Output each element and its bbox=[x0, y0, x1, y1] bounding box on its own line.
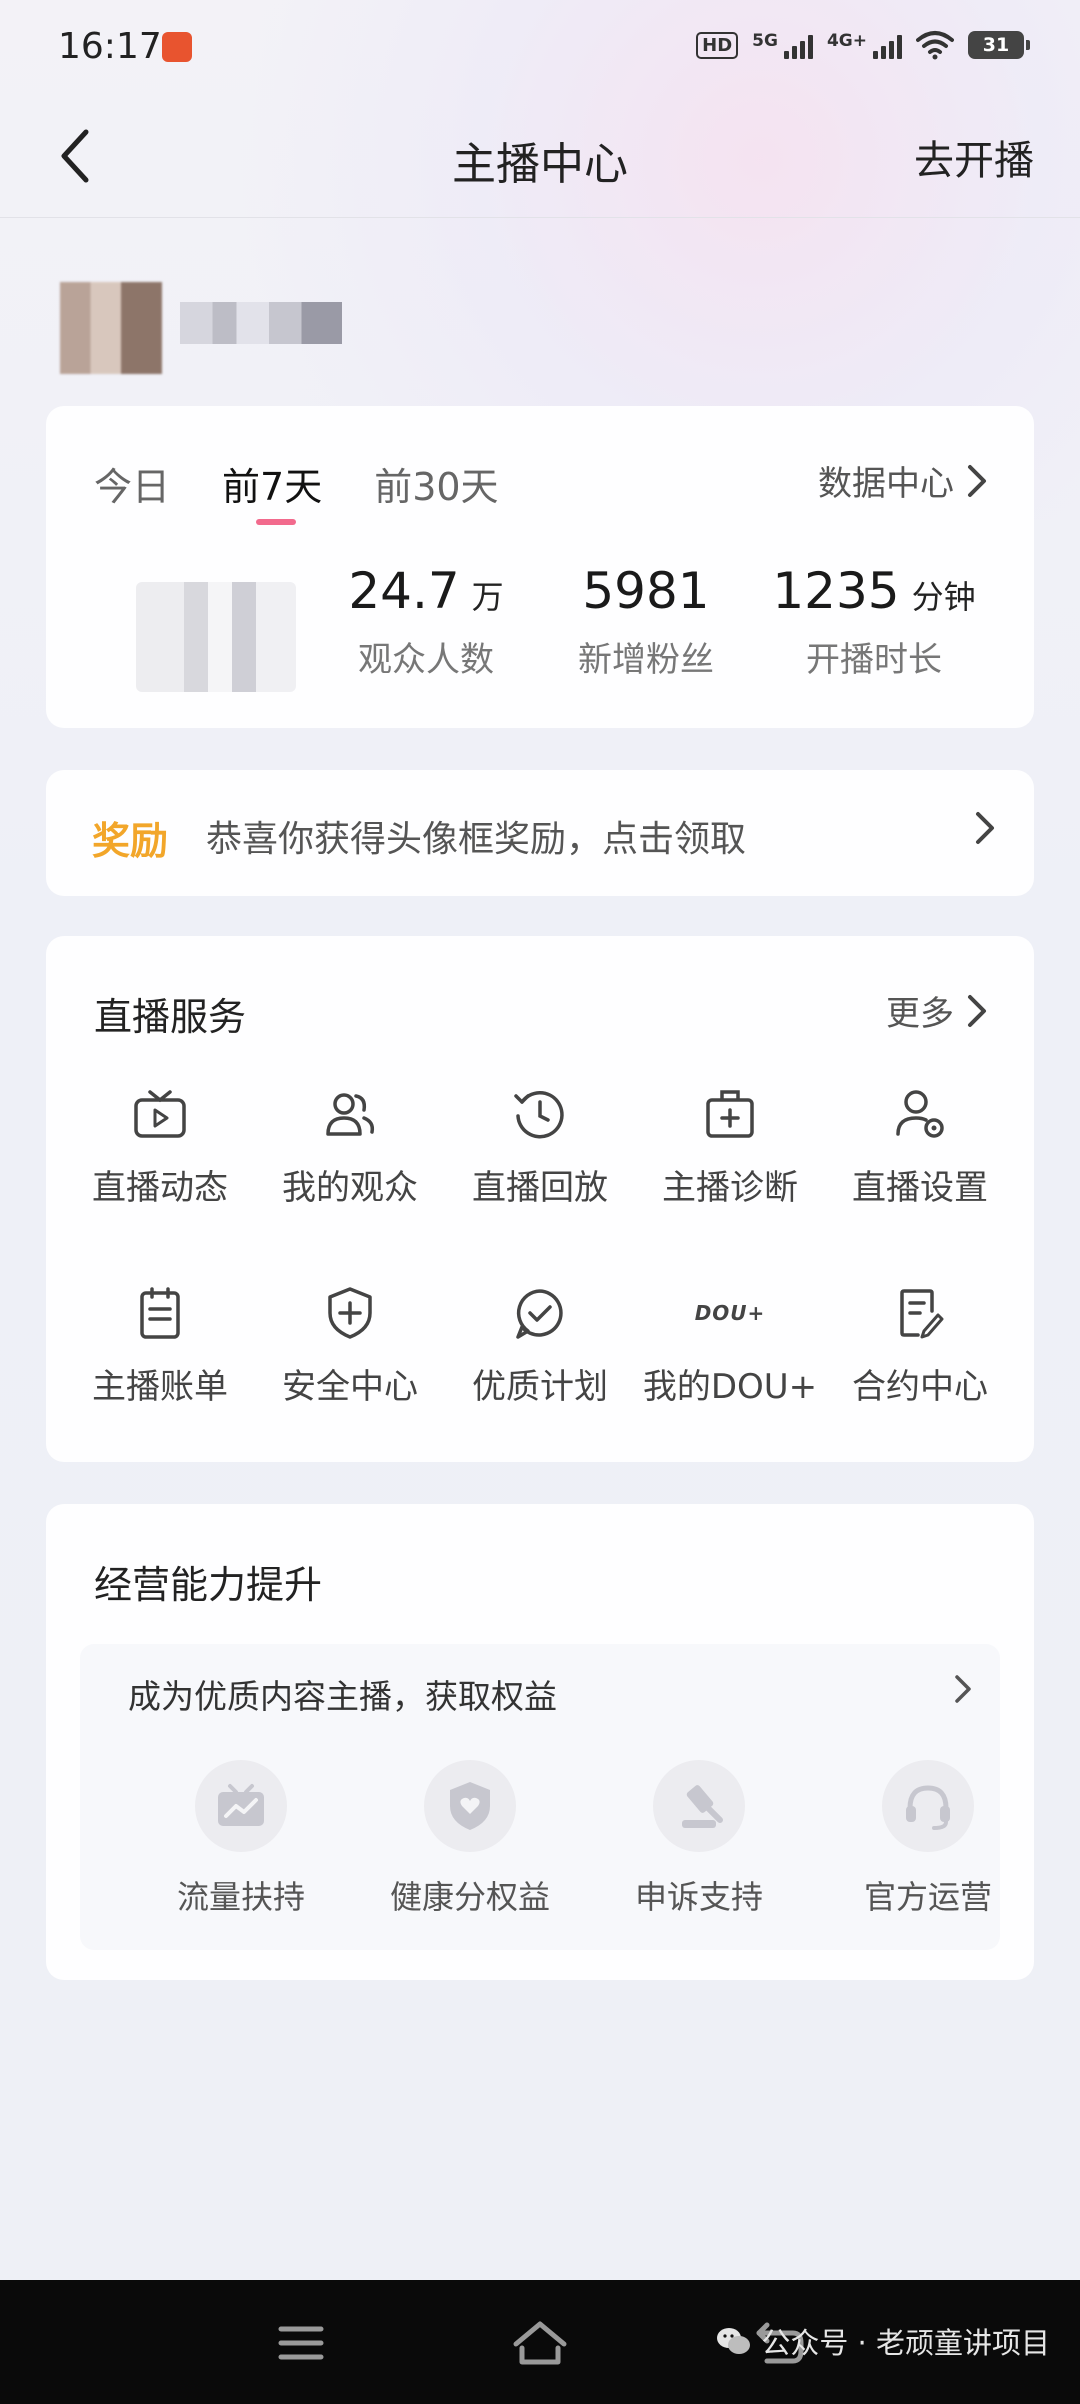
reward-tag: 奖励 bbox=[92, 819, 169, 863]
status-bar: 16:17 HD 5G 4G+ 31 bbox=[0, 0, 1080, 96]
home-button[interactable] bbox=[505, 2308, 575, 2378]
data-center-link[interactable]: 数据中心 bbox=[818, 456, 988, 505]
stat-live-duration[interactable]: 1235 分钟 开播时长 bbox=[754, 562, 994, 681]
wifi-icon bbox=[916, 31, 954, 60]
app-notification-icon bbox=[162, 32, 192, 62]
biz-label: 健康分权益 bbox=[389, 1878, 550, 1916]
service-label: 主播诊断 bbox=[662, 1168, 798, 1208]
stat-label: 开播时长 bbox=[806, 640, 942, 680]
medical-kit-icon bbox=[702, 1086, 758, 1142]
section-title: 经营能力提升 bbox=[94, 1563, 323, 1607]
hd-voice-icon: HD bbox=[696, 31, 739, 59]
gavel-icon bbox=[653, 1760, 745, 1852]
users-icon bbox=[322, 1086, 378, 1142]
service-quality-plan[interactable]: 优质计划 bbox=[445, 1285, 635, 1408]
service-label: 直播动态 bbox=[92, 1168, 228, 1208]
active-tab-indicator bbox=[256, 519, 297, 525]
service-my-dou[interactable]: DOU+ 我的DOU+ bbox=[635, 1285, 825, 1408]
service-anchor-diagnosis[interactable]: 主播诊断 bbox=[635, 1086, 825, 1209]
biz-official-operation[interactable]: 官方运营 bbox=[813, 1760, 1043, 1918]
signal-4g-icon: 4G+ bbox=[827, 31, 902, 59]
shield-plus-icon bbox=[322, 1285, 378, 1341]
status-time: 16:17 bbox=[58, 26, 162, 67]
signal-5g-icon: 5G bbox=[752, 31, 813, 59]
menu-icon bbox=[278, 2326, 324, 2360]
reward-text: 恭喜你获得头像框奖励，点击领取 bbox=[206, 819, 747, 860]
service-live-feed[interactable]: 直播动态 bbox=[65, 1086, 255, 1209]
reward-banner[interactable]: 奖励 恭喜你获得头像框奖励，点击领取 bbox=[46, 770, 1034, 896]
service-security-center[interactable]: 安全中心 bbox=[255, 1285, 445, 1408]
tab-30-days[interactable]: 前30天 bbox=[374, 456, 498, 511]
stat-value: 5981 bbox=[582, 562, 710, 620]
check-bubble-icon bbox=[512, 1285, 568, 1341]
period-tabs: 今日 前7天 前30天 bbox=[94, 456, 499, 525]
go-live-button[interactable]: 去开播 bbox=[914, 128, 1034, 186]
tab-7-days[interactable]: 前7天 bbox=[222, 456, 322, 525]
service-anchor-bill[interactable]: 主播账单 bbox=[65, 1285, 255, 1408]
contract-edit-icon bbox=[892, 1285, 948, 1341]
menu-button[interactable] bbox=[266, 2308, 336, 2378]
battery-icon: 31 bbox=[968, 31, 1030, 59]
replay-clock-icon bbox=[512, 1086, 568, 1142]
system-nav-bar: 公众号 · 老顽童讲项目 bbox=[0, 2280, 1080, 2404]
chevron-right-icon bbox=[976, 812, 994, 844]
chevron-right-icon bbox=[955, 1675, 971, 1703]
shield-heart-icon bbox=[424, 1760, 516, 1852]
watermark: 公众号 · 老顽童讲项目 bbox=[715, 2320, 1050, 2362]
avatar[interactable] bbox=[60, 282, 162, 374]
stat-value: 1235 bbox=[772, 562, 900, 620]
stat-label: 观众人数 bbox=[358, 640, 494, 680]
stat-new-fans[interactable]: 5981 新增粉丝 bbox=[546, 562, 746, 681]
service-label: 合约中心 bbox=[852, 1367, 988, 1407]
service-label: 我的DOU+ bbox=[642, 1367, 818, 1407]
dou-logo-icon: DOU+ bbox=[694, 1301, 766, 1325]
stat-value: 24.7 bbox=[348, 562, 460, 620]
biz-label: 流量扶持 bbox=[176, 1878, 305, 1916]
stat-unit: 分钟 bbox=[911, 578, 976, 616]
biz-label: 申诉支持 bbox=[634, 1878, 763, 1916]
more-label: 更多 bbox=[886, 994, 954, 1034]
service-label: 安全中心 bbox=[282, 1367, 418, 1407]
stat-label: 新增粉丝 bbox=[578, 640, 714, 680]
stat-unit: 万 bbox=[471, 578, 504, 616]
service-label: 优质计划 bbox=[472, 1367, 608, 1407]
stats-thumbnail-blurred bbox=[136, 582, 296, 692]
service-contract-center[interactable]: 合约中心 bbox=[825, 1285, 1015, 1408]
chevron-right-icon bbox=[968, 464, 986, 497]
user-settings-icon bbox=[892, 1086, 948, 1142]
business-promo-text[interactable]: 成为优质内容主播，获取权益 bbox=[128, 1670, 557, 1718]
biz-appeal-support[interactable]: 申诉支持 bbox=[584, 1760, 814, 1918]
tv-play-icon bbox=[132, 1086, 188, 1142]
business-card: 经营能力提升 成为优质内容主播，获取权益 流量扶持 健康分权益 申诉支持 官方运… bbox=[46, 1504, 1034, 1980]
nav-bar: 主播中心 去开播 bbox=[0, 96, 1080, 218]
service-live-settings[interactable]: 直播设置 bbox=[825, 1086, 1015, 1209]
biz-health-score[interactable]: 健康分权益 bbox=[355, 1760, 585, 1918]
section-title: 直播服务 bbox=[94, 995, 247, 1039]
service-label: 主播账单 bbox=[92, 1367, 228, 1407]
service-grid: 直播动态 我的观众 直播回放 主播诊断 直播设置 主播账单 安全中心 优质计划 … bbox=[46, 1086, 1034, 1408]
tab-today[interactable]: 今日 bbox=[94, 456, 170, 511]
watermark-text: 公众号 · 老顽童讲项目 bbox=[761, 2326, 1050, 2360]
service-live-replay[interactable]: 直播回放 bbox=[445, 1086, 635, 1209]
service-label: 直播设置 bbox=[852, 1168, 988, 1208]
biz-label: 官方运营 bbox=[863, 1878, 992, 1916]
bill-icon bbox=[132, 1285, 188, 1341]
live-services-card: 直播服务 更多 直播动态 我的观众 直播回放 主播诊断 直播设置 主播账单 安全… bbox=[46, 936, 1034, 1462]
headset-icon bbox=[882, 1760, 974, 1852]
data-center-label: 数据中心 bbox=[818, 464, 954, 504]
home-icon bbox=[513, 2321, 567, 2365]
service-label: 直播回放 bbox=[472, 1168, 608, 1208]
service-label: 我的观众 bbox=[282, 1168, 418, 1208]
biz-traffic-support[interactable]: 流量扶持 bbox=[126, 1760, 356, 1918]
status-icons: HD 5G 4G+ 31 bbox=[696, 30, 1030, 60]
wechat-icon bbox=[715, 2326, 751, 2356]
stat-viewers[interactable]: 24.7 万 观众人数 bbox=[326, 562, 526, 681]
service-my-audience[interactable]: 我的观众 bbox=[255, 1086, 445, 1209]
more-link[interactable]: 更多 bbox=[886, 986, 988, 1035]
username-blurred bbox=[180, 302, 342, 344]
stats-card: 今日 前7天 前30天 数据中心 24.7 万 观众人数 5981 新增粉丝 12… bbox=[46, 406, 1034, 728]
chevron-right-icon bbox=[968, 994, 986, 1027]
traffic-chart-icon bbox=[195, 1760, 287, 1852]
